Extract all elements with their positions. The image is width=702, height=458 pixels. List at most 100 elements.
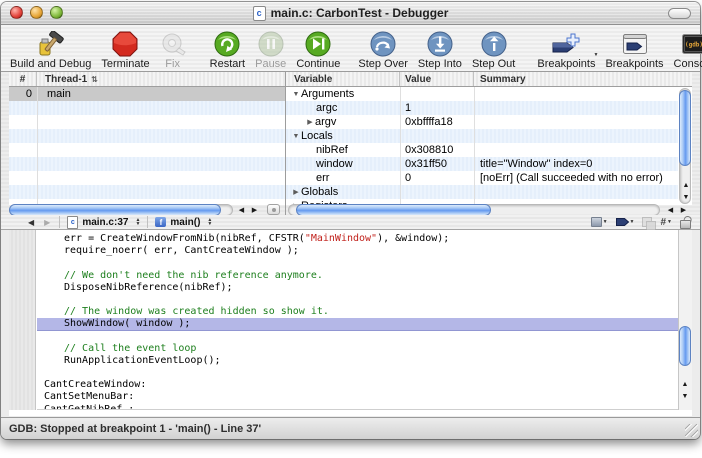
- thread-col-number-header[interactable]: #: [9, 72, 37, 86]
- column-divider: [474, 87, 475, 205]
- sort-arrows-icon: ⇅: [91, 75, 98, 84]
- variable-value: 0x308810: [400, 144, 474, 156]
- thread-number: 0: [9, 88, 37, 100]
- code-area[interactable]: err = CreateWindowFromNib(nibRef, CFSTR(…: [37, 230, 678, 410]
- breakpoint-gutter[interactable]: [9, 230, 36, 410]
- toolbar-item-label: Continue: [296, 58, 340, 71]
- variable-row[interactable]: argc1: [286, 101, 678, 115]
- empty-row-stripe: [9, 171, 285, 185]
- thread-horizontal-scrollbar[interactable]: ◀ ▶: [9, 205, 285, 215]
- step-into-button[interactable]: Step Into: [413, 26, 467, 71]
- disclosure-open-icon[interactable]: ▼: [291, 91, 301, 98]
- empty-row-stripe: [9, 157, 285, 171]
- scroll-down-arrow-icon[interactable]: ▼: [679, 390, 692, 402]
- variable-name: nibRef: [316, 144, 348, 156]
- disclosure-closed-icon[interactable]: ▶: [291, 188, 301, 196]
- empty-row-stripe: [9, 129, 285, 143]
- code-line: CantCreateWindow:: [37, 379, 678, 391]
- editor-navbar: ◀ ▶ c main.c:37 ▲▼ f main() ▲▼ ▼ ▼ #▼: [1, 215, 700, 230]
- thread-pane: # Thread-1 ⇅ 0main: [9, 72, 285, 205]
- function-popup[interactable]: f main() ▲▼: [152, 217, 215, 228]
- step-into-icon: [427, 30, 453, 58]
- code-line: CantGetNibRef :: [37, 404, 678, 410]
- variable-row[interactable]: err0[noErr] (Call succeeded with no erro…: [286, 171, 678, 185]
- code-line-current: ShowWindow( window );: [37, 318, 678, 330]
- variable-row[interactable]: nibRef 0x308810: [286, 143, 678, 157]
- code-line: // Call the event loop: [37, 343, 678, 355]
- debugger-panes: # Thread-1 ⇅ 0main Variable Value Summar…: [1, 72, 700, 215]
- restart-button[interactable]: Restart: [205, 26, 250, 71]
- counterparts-icon[interactable]: [642, 217, 652, 227]
- column-divider: [400, 87, 401, 205]
- step-over-button[interactable]: Step Over: [353, 26, 413, 71]
- console-button[interactable]: (gdb) Console: [669, 26, 702, 71]
- terminate-button[interactable]: Terminate: [96, 26, 154, 71]
- forward-arrow-button[interactable]: ▶: [39, 218, 55, 227]
- title-bar[interactable]: c main.c: CarbonTest - Debugger: [1, 2, 700, 25]
- variables-vertical-scrollbar[interactable]: ▲ ▼: [679, 88, 691, 204]
- svg-text:(gdb): (gdb): [685, 42, 702, 49]
- stop-sign-icon: [112, 30, 138, 58]
- toolbar-item-label: Step Out: [472, 58, 515, 71]
- scroll-thumb[interactable]: [679, 90, 691, 166]
- disclosure-closed-icon[interactable]: ▶: [305, 118, 315, 126]
- code-line: DisposeNibReference(nibRef);: [37, 282, 678, 294]
- toolbar-item-label: Build and Debug: [10, 58, 91, 71]
- bookmarks-menu-icon[interactable]: ▼: [591, 217, 608, 227]
- resize-grip[interactable]: [685, 424, 698, 437]
- editor-vertical-scrollbar[interactable]: ▲ ▼: [678, 230, 692, 410]
- splitter-dimple-button[interactable]: [267, 204, 280, 215]
- popup-arrows-icon: ▲▼: [135, 218, 140, 226]
- pane-splitter[interactable]: [285, 72, 286, 215]
- thread-col-name-header[interactable]: Thread-1 ⇅: [37, 72, 285, 86]
- breakpoints-button[interactable]: Breakpoints▼: [532, 26, 600, 71]
- code-line: CantSetMenuBar:: [37, 391, 678, 403]
- source-editor[interactable]: err = CreateWindowFromNib(nibRef, CFSTR(…: [9, 230, 692, 416]
- variable-col-header[interactable]: Variable: [286, 72, 400, 86]
- continue-button[interactable]: Continue: [291, 26, 345, 71]
- variable-value: 0x31ff50: [400, 158, 474, 170]
- scroll-thumb[interactable]: [679, 326, 691, 366]
- variable-row[interactable]: ▼Locals: [286, 129, 678, 143]
- restart-icon: [214, 30, 240, 58]
- pause-button[interactable]: Pause: [250, 26, 291, 71]
- back-arrow-button[interactable]: ◀: [23, 218, 39, 227]
- code-segment-plain: err = CreateWindowFromNib(nibRef, CFSTR(: [64, 233, 305, 244]
- fix-button[interactable]: Fix: [155, 26, 191, 71]
- breakpoints-button[interactable]: Breakpoints: [600, 26, 668, 71]
- scroll-up-arrow-icon[interactable]: ▲: [679, 378, 692, 390]
- menu-arrow-icon[interactable]: ▼: [594, 52, 599, 58]
- value-col-header[interactable]: Value: [400, 72, 474, 86]
- thread-row[interactable]: 0main: [9, 87, 285, 101]
- lock-open-icon[interactable]: [680, 215, 691, 229]
- hammer-icon: [36, 30, 66, 58]
- variable-row[interactable]: ▶argv0xbffffa18: [286, 115, 678, 129]
- breakpoint-menu-icon[interactable]: ▼: [616, 218, 635, 226]
- debugger-window: c main.c: CarbonTest - Debugger Build an…: [1, 2, 700, 439]
- variable-row[interactable]: window0x31ff50title="Window" index=0: [286, 157, 678, 171]
- toolbar-item-label: Breakpoints: [605, 58, 663, 71]
- variable-row[interactable]: ▼Arguments: [286, 87, 678, 101]
- scroll-up-arrow-icon[interactable]: ▲: [680, 179, 693, 191]
- summary-col-header[interactable]: Summary: [474, 72, 692, 86]
- column-divider: [37, 87, 38, 205]
- empty-row-stripe: [9, 115, 285, 129]
- variable-summary: title="Window" index=0: [474, 158, 678, 170]
- step-out-button[interactable]: Step Out: [467, 26, 520, 71]
- toolbar-item-label: Console: [674, 58, 702, 71]
- function-icon: f: [155, 217, 166, 227]
- build-and-debug-button[interactable]: Build and Debug: [5, 26, 96, 71]
- toolbar-toggle-button[interactable]: [668, 8, 691, 19]
- code-line: // The window was created hidden so show…: [37, 306, 678, 318]
- thread-pane-header: # Thread-1 ⇅: [9, 72, 285, 87]
- pause-icon: [258, 30, 284, 58]
- disclosure-open-icon[interactable]: ▼: [291, 133, 301, 140]
- toolbar-item-label: Restart: [210, 58, 245, 71]
- line-number-menu-icon[interactable]: #▼: [660, 217, 672, 228]
- variable-row[interactable]: ▶Globals: [286, 185, 678, 199]
- file-popup[interactable]: c main.c:37 ▲▼: [64, 216, 143, 229]
- code-segment-comment: // Call the event loop: [64, 343, 196, 354]
- scroll-down-arrow-icon[interactable]: ▼: [680, 191, 693, 203]
- variables-horizontal-scrollbar[interactable]: ◀ ▶: [286, 205, 692, 215]
- variable-pane: Variable Value Summary ▼Argumentsargc1▶a…: [286, 72, 692, 205]
